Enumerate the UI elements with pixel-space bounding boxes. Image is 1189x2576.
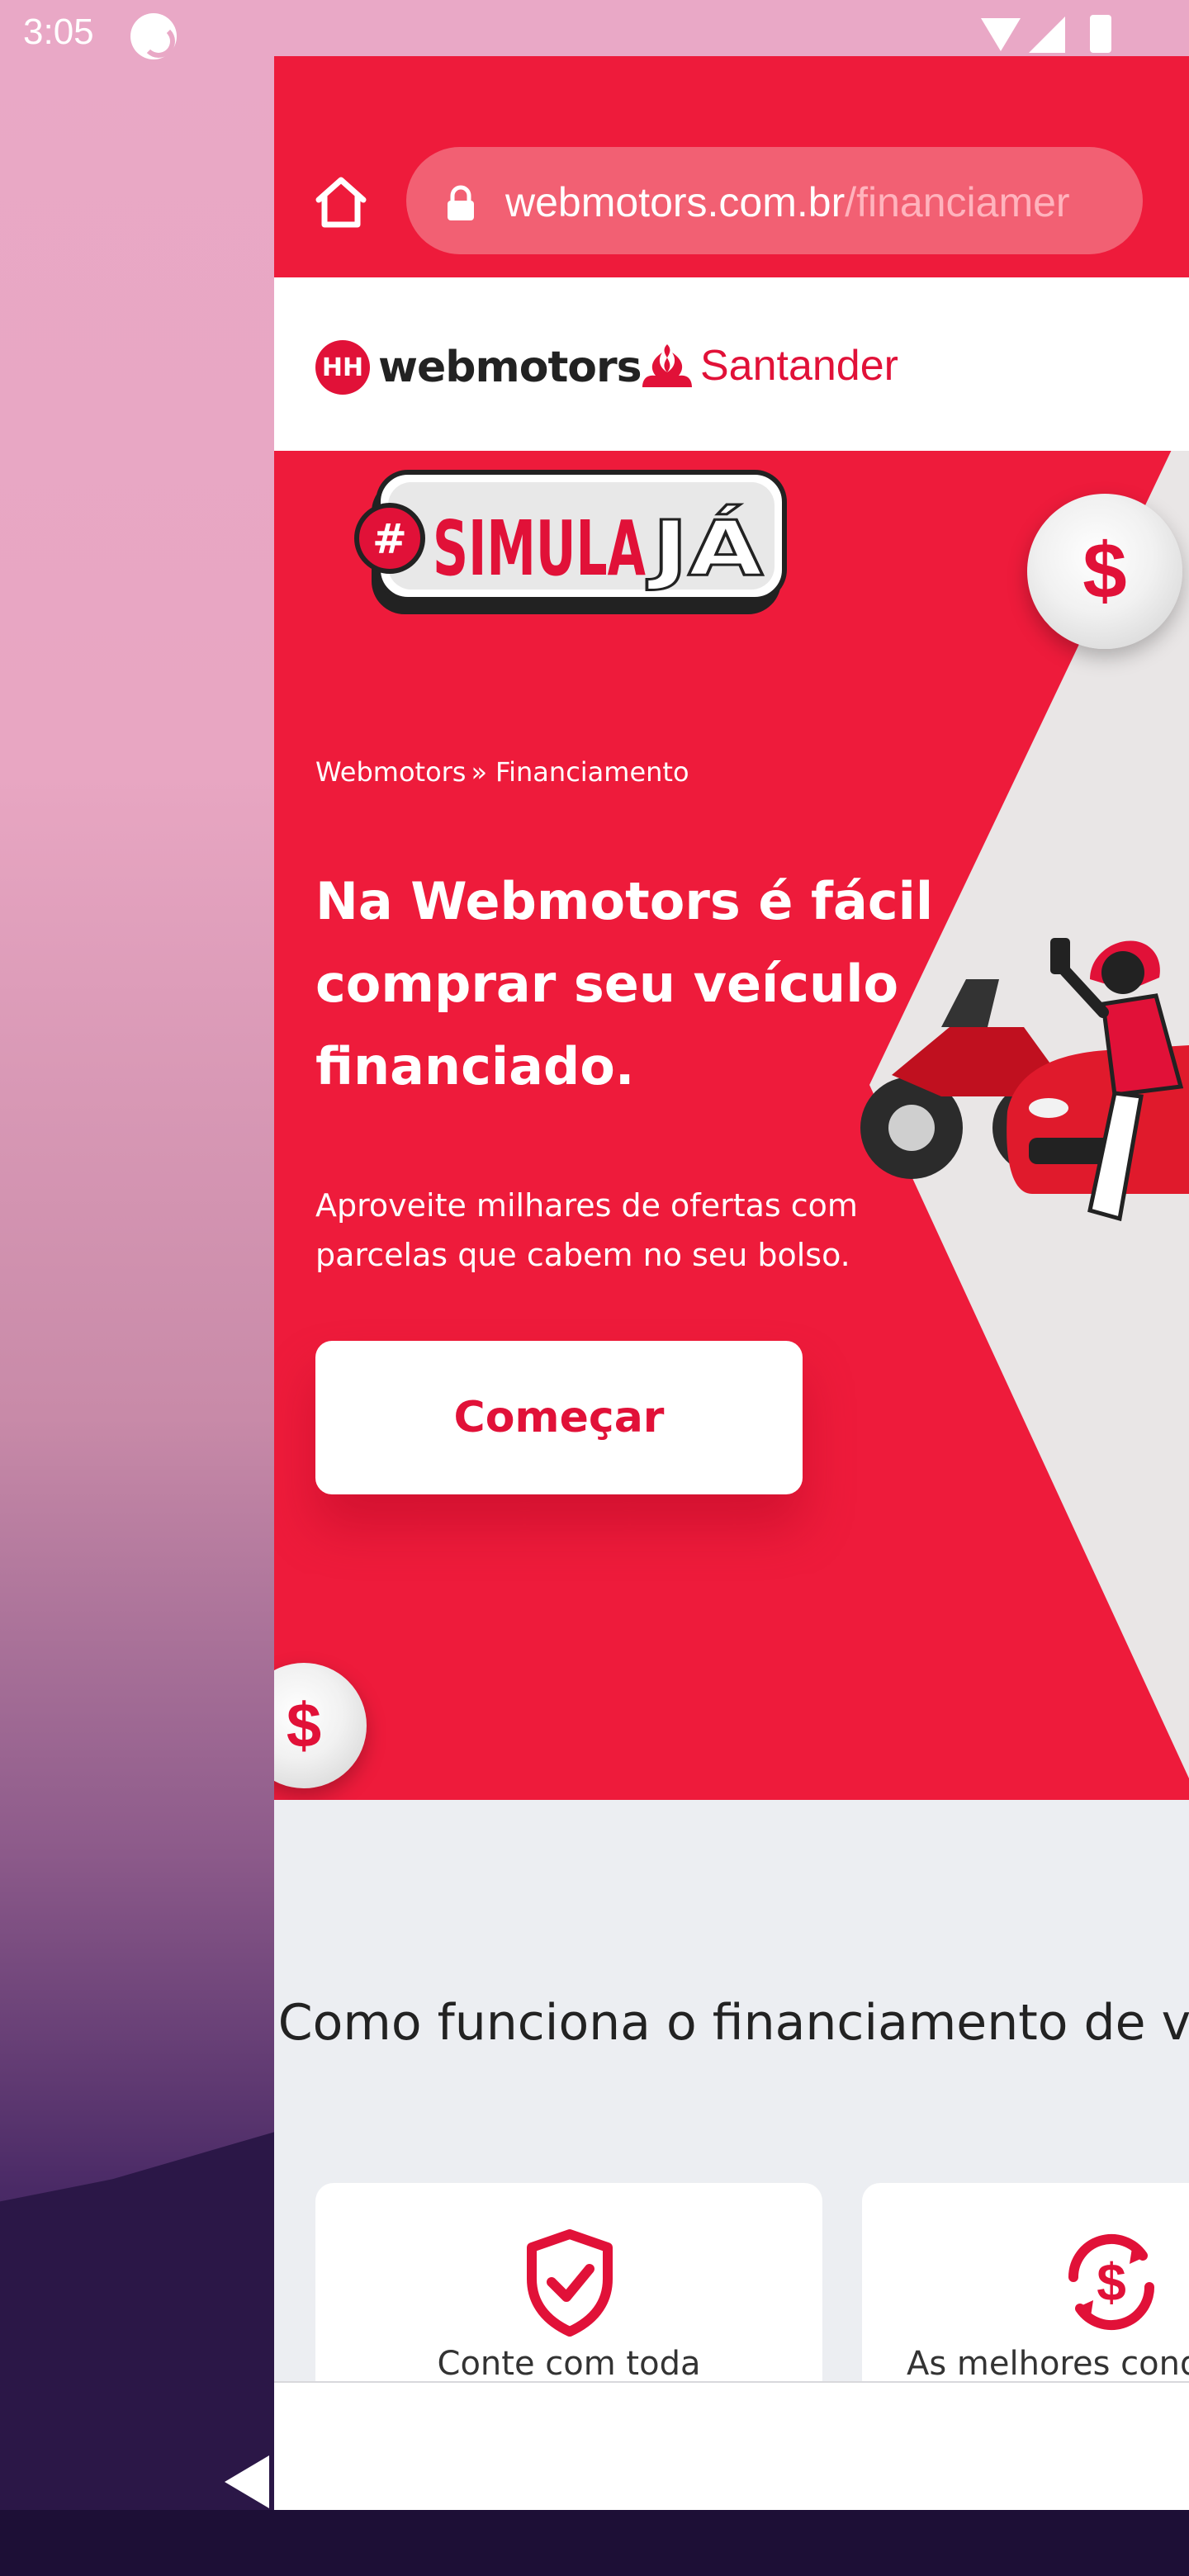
- url-text: webmotors.com.br/financiamer: [505, 178, 1070, 226]
- simula-text: SIMULA: [433, 504, 646, 593]
- breadcrumb-separator: »: [471, 756, 488, 788]
- nav-back-button[interactable]: [225, 2455, 269, 2508]
- sync-icon: [130, 13, 177, 59]
- feature-card-text: Conte com toda: [437, 2345, 701, 2383]
- url-path: /financiamer: [845, 179, 1070, 225]
- feature-card-text: As melhores condi: [907, 2345, 1189, 2383]
- dollar-icon: $: [1082, 527, 1127, 615]
- breadcrumb-item-financiamento[interactable]: Financiamento: [495, 756, 689, 788]
- santander-logo[interactable]: Santander: [641, 337, 898, 395]
- nav-home-button[interactable]: [570, 2454, 621, 2505]
- url-domain: webmotors.com.br: [505, 179, 846, 225]
- hero-section: # SIMULA JÁ $ $ Webmotors»Financiamento: [274, 451, 1189, 1800]
- coin-decoration: $: [1027, 494, 1182, 649]
- section-title: Como funciona o financiamento de veículo…: [277, 1994, 1189, 2052]
- webmotors-logo-mark: HH: [315, 340, 370, 395]
- dollar-symbol: $: [1097, 2252, 1126, 2312]
- nav-recents-button[interactable]: [915, 2455, 961, 2502]
- signal-icon: [1029, 17, 1065, 53]
- hero-subline: Aproveite milhares de ofertas com parcel…: [315, 1187, 858, 1273]
- simula-hash: #: [372, 515, 407, 563]
- feature-card[interactable]: Conte com toda: [315, 2183, 822, 2398]
- feature-card[interactable]: $ As melhores condi: [862, 2183, 1189, 2398]
- ja-text: JÁ: [646, 504, 763, 593]
- breadcrumb: Webmotors» Financiamento: [315, 756, 689, 788]
- webmotors-logo-text: webmotors: [378, 343, 642, 392]
- breadcrumb-item-webmotors[interactable]: Webmotors: [315, 756, 466, 788]
- coin-decoration: $: [274, 1663, 367, 1788]
- dollar-icon: $: [286, 1690, 322, 1761]
- system-navigation-bar: [0, 2510, 1189, 2576]
- status-time: 3:05: [23, 12, 94, 52]
- shield-check-icon: [527, 2229, 613, 2337]
- browser-window[interactable]: webmotors.com.br/financiamer HH webmotor…: [274, 56, 1189, 2510]
- home-icon[interactable]: [312, 173, 370, 231]
- wallpaper-mountain: [0, 2130, 281, 2576]
- comecar-button[interactable]: Começar: [315, 1341, 803, 1494]
- santander-logo-text: Santander: [700, 342, 898, 390]
- dollar-refresh-icon: $: [1068, 2233, 1155, 2331]
- browser-toolbar: webmotors.com.br/financiamer: [274, 56, 1189, 277]
- url-bar[interactable]: webmotors.com.br/financiamer: [406, 147, 1143, 254]
- hero-headline: Na Webmotors é fácil comprar seu veículo…: [315, 871, 934, 1096]
- brand-bar: HH webmotors Santander: [274, 277, 1189, 451]
- santander-flame-icon: [642, 344, 692, 387]
- simula-ja-badge: # SIMULA JÁ: [354, 470, 787, 614]
- battery-icon: [1090, 15, 1111, 53]
- lock-icon: [448, 185, 474, 220]
- bottom-panel: [274, 2381, 1189, 2510]
- webmotors-logo[interactable]: HH webmotors: [315, 339, 642, 396]
- wifi-icon: [981, 18, 1021, 51]
